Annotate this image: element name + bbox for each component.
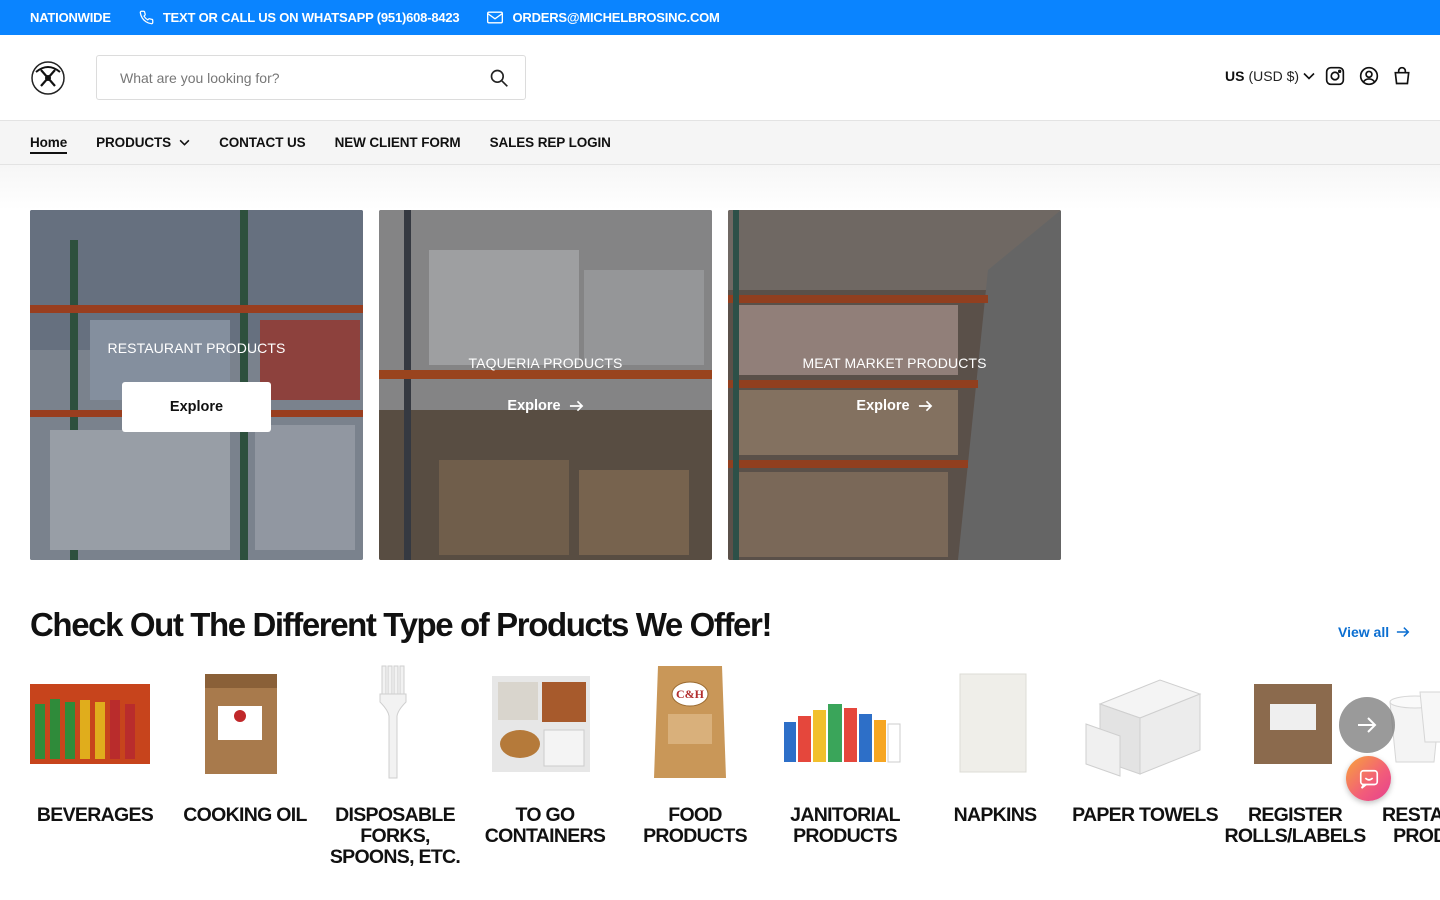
main-navigation: Home PRODUCTS CONTACT US NEW CLIENT FORM… bbox=[0, 120, 1440, 165]
hero-card-title: TAQUERIA PRODUCTS bbox=[468, 355, 623, 371]
nav-home-label: Home bbox=[30, 135, 68, 150]
currency-country: US bbox=[1225, 68, 1245, 84]
category-label: JANITORIAL PRODUCTS bbox=[790, 804, 900, 847]
cart-icon[interactable] bbox=[1392, 66, 1412, 86]
nav-new-client-label: NEW CLIENT FORM bbox=[334, 135, 461, 150]
napkin-image bbox=[959, 673, 1027, 773]
account-icon[interactable] bbox=[1359, 66, 1379, 86]
category-label: NAPKINS bbox=[953, 804, 1038, 826]
currency-selector[interactable]: US (USD $) bbox=[1225, 68, 1315, 84]
section-title: Check Out The Different Type of Products… bbox=[30, 606, 772, 643]
explore-label: Explore bbox=[856, 398, 910, 414]
view-all-label: View all bbox=[1338, 624, 1390, 640]
search-icon[interactable] bbox=[489, 68, 509, 88]
search-bar bbox=[96, 55, 526, 100]
nav-contact-label: CONTACT US bbox=[219, 135, 306, 150]
site-header: US (USD $) bbox=[0, 35, 1440, 121]
category-label: BEVERAGES bbox=[36, 804, 154, 826]
chat-widget-button[interactable] bbox=[1346, 756, 1391, 801]
hero-card-title: RESTAURANT PRODUCTS bbox=[107, 340, 286, 356]
category-label: TO GO CONTAINERS bbox=[484, 804, 606, 847]
card-overlay bbox=[379, 210, 712, 560]
hero-card-title: MEAT MARKET PRODUCTS bbox=[802, 355, 987, 371]
nav-home[interactable]: Home bbox=[30, 135, 67, 154]
category-label: RESTAURANT PRODUCTS bbox=[1382, 804, 1440, 847]
cleaning-supplies-image bbox=[784, 704, 901, 763]
to-go-container-image bbox=[492, 676, 590, 772]
nav-new-client-form[interactable]: NEW CLIENT FORM bbox=[335, 135, 461, 150]
category-label: PAPER TOWELS bbox=[1072, 804, 1219, 826]
nationwide-label: NATIONWIDE bbox=[30, 10, 111, 25]
phone-icon bbox=[139, 10, 154, 25]
nav-products-label: PRODUCTS bbox=[96, 135, 172, 150]
explore-link[interactable]: Explore bbox=[728, 398, 1061, 414]
carousel-next-button[interactable] bbox=[1339, 697, 1395, 753]
nav-sales-rep-label: SALES REP LOGIN bbox=[489, 135, 611, 150]
nationwide-text: NATIONWIDE bbox=[30, 10, 111, 25]
hero-top-band bbox=[0, 165, 1440, 210]
plastic-fork-image bbox=[379, 665, 407, 779]
arrow-right-icon bbox=[569, 400, 583, 412]
view-all-link[interactable]: View all bbox=[1338, 624, 1410, 640]
category-label: DISPOSABLE FORKS, SPOONS, ETC. bbox=[329, 804, 461, 868]
beverages-image bbox=[30, 684, 150, 764]
email-contact[interactable]: ORDERS@MICHELBROSINC.COM bbox=[487, 10, 720, 25]
hero-card-meat-market[interactable]: MEAT MARKET PRODUCTS Explore bbox=[728, 210, 1061, 560]
nav-sales-rep-login[interactable]: SALES REP LOGIN bbox=[490, 135, 611, 150]
category-label: FOOD PRODUCTS bbox=[643, 804, 748, 847]
explore-link[interactable]: Explore bbox=[379, 398, 712, 414]
chat-icon bbox=[1359, 769, 1378, 789]
chevron-down-icon bbox=[1303, 72, 1315, 80]
explore-button[interactable]: Explore bbox=[122, 382, 271, 432]
mail-icon bbox=[487, 11, 504, 24]
card-overlay bbox=[728, 210, 1061, 560]
paper-towels-image bbox=[1085, 679, 1202, 777]
explore-label: Explore bbox=[169, 399, 224, 415]
email-label: ORDERS@MICHELBROSINC.COM bbox=[512, 10, 720, 25]
category-label: REGISTER ROLLS/LABELS bbox=[1224, 804, 1366, 847]
arrow-right-icon bbox=[1396, 627, 1410, 637]
arrow-right-icon bbox=[1358, 717, 1377, 733]
nav-contact-us[interactable]: CONTACT US bbox=[219, 135, 306, 150]
sugar-bag-image: C&H bbox=[654, 666, 726, 778]
phone-label: TEXT OR CALL US ON WHATSAPP (951)608-842… bbox=[162, 10, 460, 25]
search-input[interactable] bbox=[120, 69, 460, 86]
logo-mark-icon bbox=[31, 61, 65, 95]
nav-products[interactable]: PRODUCTS bbox=[96, 135, 190, 150]
currency-value: (USD $) bbox=[1248, 68, 1300, 84]
svg-text:C&H: C&H bbox=[676, 687, 705, 701]
hero-card-taqueria[interactable]: TAQUERIA PRODUCTS Explore bbox=[379, 210, 712, 560]
store-logo[interactable] bbox=[30, 60, 66, 96]
phone-contact[interactable]: TEXT OR CALL US ON WHATSAPP (951)608-842… bbox=[139, 10, 460, 25]
category-label: COOKING OIL bbox=[183, 804, 307, 826]
explore-label: Explore bbox=[507, 398, 561, 414]
instagram-icon[interactable] bbox=[1325, 66, 1345, 86]
cooking-oil-image bbox=[205, 674, 277, 774]
chevron-down-icon bbox=[179, 139, 190, 146]
announcement-bar: NATIONWIDE TEXT OR CALL US ON WHATSAPP (… bbox=[0, 0, 1440, 35]
hero-card-restaurant[interactable]: RESTAURANT PRODUCTS Explore bbox=[30, 210, 363, 560]
arrow-right-icon bbox=[918, 400, 932, 412]
